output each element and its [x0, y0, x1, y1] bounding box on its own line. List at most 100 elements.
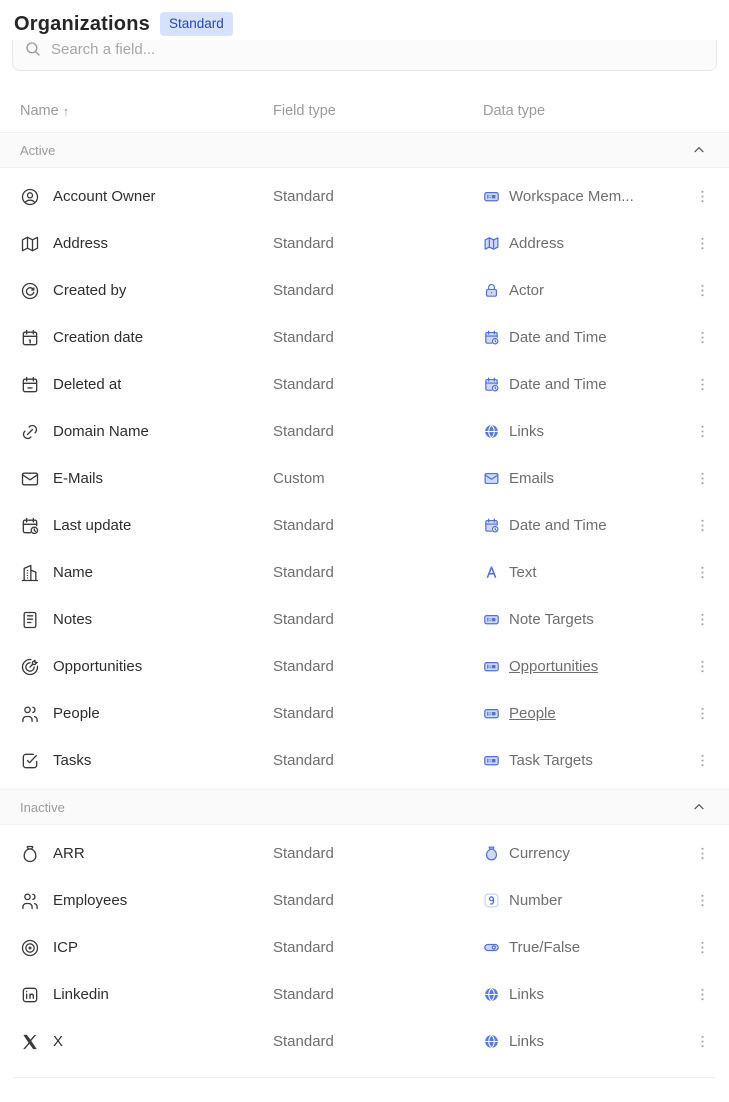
- table-row[interactable]: TasksStandardTask Targets: [14, 737, 715, 784]
- dots-vertical-icon: [694, 188, 711, 205]
- building-icon: [20, 563, 40, 583]
- row-menu-button[interactable]: [689, 746, 715, 776]
- chevron-up-icon[interactable]: [691, 799, 707, 815]
- section-header-inactive[interactable]: Inactive: [0, 789, 729, 825]
- dots-vertical-icon: [694, 986, 711, 1003]
- row-menu-button[interactable]: [689, 464, 715, 494]
- data-type-link[interactable]: Opportunities: [509, 658, 598, 675]
- table-row[interactable]: LinkedinStandardLinks: [14, 971, 715, 1018]
- field-type: Standard: [267, 611, 477, 628]
- search-input[interactable]: [51, 41, 705, 58]
- table-row[interactable]: OpportunitiesStandardOpportunities: [14, 643, 715, 690]
- table-row[interactable]: PeopleStandardPeople: [14, 690, 715, 737]
- column-header-name[interactable]: Name ↑: [14, 103, 267, 119]
- data-type: Text: [509, 564, 537, 581]
- field-type: Standard: [267, 1033, 477, 1050]
- calendar-clock-blue-icon: [483, 376, 500, 393]
- table-row[interactable]: Last update Standard Date and Time: [14, 502, 715, 549]
- field-name: Creation date: [53, 329, 143, 346]
- table-row[interactable]: NotesStandardNote Targets: [14, 596, 715, 643]
- dots-vertical-icon: [694, 329, 711, 346]
- section-rows-active: Account OwnerStandardWorkspace Mem...Add…: [0, 168, 729, 789]
- table-row[interactable]: Name Standard Text: [14, 549, 715, 596]
- table-row[interactable]: X Standard Links: [14, 1018, 715, 1065]
- dots-vertical-icon: [694, 611, 711, 628]
- link-icon: [20, 422, 40, 442]
- calendar-minus-icon: [20, 375, 40, 395]
- calendar-clock-icon: [20, 516, 40, 536]
- row-menu-button[interactable]: [689, 839, 715, 869]
- search-field-clipped: [12, 40, 717, 73]
- field-name: Last update: [53, 517, 131, 534]
- table-row[interactable]: E-MailsCustomEmails: [14, 455, 715, 502]
- table-row[interactable]: Creation dateStandardDate and Time: [14, 314, 715, 361]
- table-row[interactable]: Domain NameStandardLinks: [14, 408, 715, 455]
- field-type: Standard: [267, 564, 477, 581]
- field-name: ARR: [53, 845, 85, 862]
- data-type: Date and Time: [509, 517, 607, 534]
- field-name: Employees: [53, 892, 127, 909]
- row-menu-button[interactable]: [689, 370, 715, 400]
- row-menu-button[interactable]: [689, 1027, 715, 1057]
- target-icon: [20, 938, 40, 958]
- table-row[interactable]: ARRStandardCurrency: [14, 830, 715, 877]
- field-name: Tasks: [53, 752, 91, 769]
- chevron-up-icon[interactable]: [691, 142, 707, 158]
- dots-vertical-icon: [694, 892, 711, 909]
- relation-icon: [483, 611, 500, 628]
- row-menu-button[interactable]: [689, 652, 715, 682]
- row-menu-button[interactable]: [689, 229, 715, 259]
- calendar-clock-blue-icon: [483, 517, 500, 534]
- field-name: Created by: [53, 282, 126, 299]
- column-header-field-type: Field type: [267, 103, 477, 119]
- field-type: Standard: [267, 752, 477, 769]
- dots-vertical-icon: [694, 376, 711, 393]
- table-row[interactable]: Deleted atStandardDate and Time: [14, 361, 715, 408]
- row-menu-button[interactable]: [689, 605, 715, 635]
- table-row[interactable]: ICPStandardTrue/False: [14, 924, 715, 971]
- row-menu-button[interactable]: [689, 323, 715, 353]
- sort-ascending-icon: ↑: [63, 104, 70, 119]
- data-type: Note Targets: [509, 611, 594, 628]
- field-type: Standard: [267, 517, 477, 534]
- section-header-active[interactable]: Active: [0, 132, 729, 168]
- toggle-icon: [483, 939, 500, 956]
- table-row[interactable]: AddressStandardAddress: [14, 220, 715, 267]
- row-menu-button[interactable]: [689, 558, 715, 588]
- row-menu-button[interactable]: [689, 182, 715, 212]
- row-menu-button[interactable]: [689, 699, 715, 729]
- table-row[interactable]: Created byStandardActor: [14, 267, 715, 314]
- field-name: X: [53, 1033, 63, 1050]
- users-icon: [20, 704, 40, 724]
- row-menu-button[interactable]: [689, 511, 715, 541]
- field-type: Standard: [267, 892, 477, 909]
- map-blue-icon: [483, 235, 500, 252]
- field-type: Standard: [267, 705, 477, 722]
- search-icon: [24, 40, 42, 58]
- page-header: Organizations Standard: [0, 0, 729, 40]
- data-type: Actor: [509, 282, 544, 299]
- data-type: Currency: [509, 845, 570, 862]
- standard-badge: Standard: [160, 12, 233, 36]
- row-menu-button[interactable]: [689, 417, 715, 447]
- rotate-icon: [20, 281, 40, 301]
- field-name: Name: [53, 564, 93, 581]
- row-menu-button[interactable]: [689, 886, 715, 916]
- field-type: Standard: [267, 329, 477, 346]
- table-row[interactable]: Account OwnerStandardWorkspace Mem...: [14, 173, 715, 220]
- row-menu-button[interactable]: [689, 933, 715, 963]
- field-name: Opportunities: [53, 658, 142, 675]
- search-field[interactable]: [12, 40, 717, 71]
- user-circle-icon: [20, 187, 40, 207]
- row-menu-button[interactable]: [689, 276, 715, 306]
- number-9-icon: [483, 892, 500, 909]
- data-type-link[interactable]: People: [509, 705, 556, 722]
- dots-vertical-icon: [694, 564, 711, 581]
- data-type: Workspace Mem...: [509, 188, 634, 205]
- table-row[interactable]: EmployeesStandardNumber: [14, 877, 715, 924]
- row-menu-button[interactable]: [689, 980, 715, 1010]
- moneybag-icon: [20, 844, 40, 864]
- relation-icon: [483, 752, 500, 769]
- data-type: Links: [509, 1033, 544, 1050]
- mail-blue-icon: [483, 470, 500, 487]
